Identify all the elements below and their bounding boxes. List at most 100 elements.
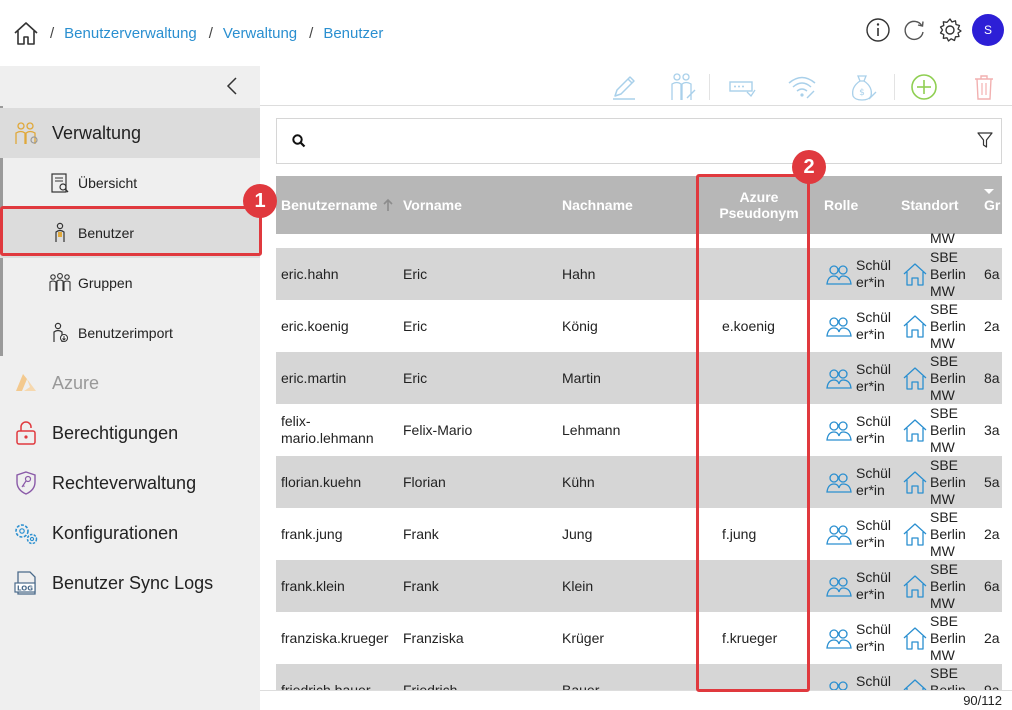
cell-first: Eric: [403, 266, 428, 282]
sidebar-item-rechteverwaltung[interactable]: Rechteverwaltung: [0, 458, 260, 508]
cell-pseudonym: f.jung: [722, 526, 757, 542]
cell-pseudonym: [722, 248, 812, 300]
role-label: Schül er*in: [856, 465, 892, 498]
budget-button[interactable]: $: [844, 70, 880, 104]
cell-role: Schül er*in: [824, 508, 896, 560]
user-icon: [55, 222, 65, 242]
student-icon: [826, 369, 852, 389]
cell-first: Frank: [403, 578, 439, 594]
edit-button[interactable]: [606, 70, 642, 104]
student-icon: [829, 681, 848, 690]
avatar[interactable]: S: [972, 14, 1004, 46]
table-row[interactable]: franziska.krueger Franziska Krüger f.kruege…: [276, 612, 1002, 664]
cell-first: Eric: [403, 318, 428, 334]
search-bar: [276, 118, 1002, 164]
sidebar-item-label: Rechteverwaltung: [52, 472, 197, 493]
role-label: Schül er*in: [856, 517, 892, 550]
password-button[interactable]: [724, 70, 760, 104]
svg-text:LOG: LOG: [17, 585, 33, 593]
sidebar-subitem-benutzer[interactable]: Benutzer: [0, 208, 260, 258]
svg-text:$: $: [859, 88, 865, 98]
assign-users-button[interactable]: [664, 70, 700, 104]
home-button[interactable]: [4, 11, 48, 55]
student-icon: [826, 525, 852, 545]
table-row[interactable]: frank.jung Frank Jung f.jung Schül er*in SBE …: [276, 508, 1002, 560]
role-label: Schül er*in: [856, 569, 892, 602]
search-icon: [292, 134, 306, 148]
student-icon: [826, 577, 852, 597]
column-header-benutzername[interactable]: Benutzername: [281, 176, 394, 234]
cell-group: 9a: [984, 682, 1000, 690]
house-icon: [903, 263, 927, 286]
cell-role: Schül er*in: [824, 664, 896, 690]
refresh-button[interactable]: [900, 14, 928, 46]
cell-last: Lehmann: [562, 422, 621, 438]
sidebar-subitem-uebersicht[interactable]: Übersicht: [0, 158, 260, 208]
column-header-gruppe[interactable]: Gr: [984, 176, 1000, 234]
trash-icon: [975, 75, 993, 100]
sidebar-item-konfigurationen[interactable]: Konfigurationen: [0, 508, 260, 558]
cell-group: 6a: [984, 578, 1000, 594]
sidebar-item-verwaltung[interactable]: Verwaltung: [0, 108, 260, 158]
cell-pseudonym: [722, 664, 812, 690]
breadcrumb-benutzerverwaltung[interactable]: Benutzerverwaltung: [64, 25, 197, 42]
column-header-rolle[interactable]: Rolle: [824, 176, 858, 234]
student-icon: [826, 421, 852, 441]
info-button[interactable]: [864, 14, 892, 46]
breadcrumb-verwaltung[interactable]: Verwaltung: [223, 25, 297, 42]
table-footer: 90/112: [260, 690, 1012, 710]
settings-button[interactable]: [936, 14, 964, 46]
cell-role: Schül er*in: [824, 248, 896, 300]
toolbar-divider: [709, 74, 710, 100]
student-icon: [826, 265, 852, 285]
sidebar-subitem-label: Benutzerimport: [78, 325, 173, 341]
table-row[interactable]: florian.kuehn Florian Kühn Schül er*in SBE B…: [276, 456, 1002, 508]
cell-location: SBE Berlin MW: [902, 456, 978, 508]
location-label: SBE Berlin MW: [930, 612, 966, 663]
breadcrumb-benutzer[interactable]: Benutzer: [323, 25, 383, 42]
column-header-nachname[interactable]: Nachname: [562, 176, 633, 234]
sidebar-subitem-benutzerimport[interactable]: Benutzerimport: [0, 308, 260, 358]
table-row[interactable]: eric.hahn Eric Hahn Schül er*in SBE Berlin M…: [276, 248, 1002, 300]
cell-pseudonym: f.krueger: [722, 630, 778, 646]
location-label: SBE Berlin MW: [930, 352, 966, 403]
sidebar-item-azure[interactable]: Azure: [0, 358, 260, 408]
column-header-azure-pseudonym[interactable]: Azure Pseudonym: [704, 176, 814, 234]
people-group-icon: [15, 122, 38, 144]
student-icon: [826, 317, 852, 337]
chevron-left-icon: [226, 77, 237, 95]
sidebar-item-berechtigungen[interactable]: Berechtigungen: [0, 408, 260, 458]
cell-first: Felix-Mario: [403, 422, 473, 438]
location-label: SBE Berlin MW: [930, 456, 966, 507]
sidebar-subitem-gruppen[interactable]: Gruppen: [0, 258, 260, 308]
cell-first: Frank: [403, 526, 439, 542]
column-header-vorname[interactable]: Vorname: [403, 176, 462, 234]
cell-last: Martin: [562, 370, 601, 386]
overview-icon: [51, 173, 69, 193]
house-icon: [903, 419, 927, 442]
add-button[interactable]: [906, 70, 942, 104]
user-table: Benutzername Vorname Nachname Azure Pseu…: [276, 176, 1002, 690]
role-label: Schül er*in: [856, 361, 892, 394]
gears-icon: [15, 524, 38, 545]
users-edit-icon: [671, 73, 696, 100]
table-row[interactable]: friedrich.bauer Friedrich Bauer Schül er*in…: [276, 664, 1002, 690]
column-header-standort[interactable]: Standort: [901, 176, 959, 234]
toolbar: $: [260, 66, 1012, 106]
table-row[interactable]: eric.martin Eric Martin Schül er*in SBE Berl…: [276, 352, 1002, 404]
delete-button[interactable]: [966, 70, 1002, 104]
wifi-button[interactable]: [784, 70, 820, 104]
sidebar-item-label: Berechtigungen: [52, 422, 179, 443]
cell-username: felix- mario.lehmann: [281, 413, 374, 446]
sidebar-item-benutzer-sync-logs[interactable]: LOG Benutzer Sync Logs: [0, 558, 260, 608]
cell-group: 8a: [984, 370, 1000, 386]
search-input[interactable]: [315, 129, 955, 155]
cell-group: 2a: [984, 630, 1000, 646]
table-row[interactable]: eric.koenig Eric König e.koenig Schül er*in S…: [276, 300, 1002, 352]
student-icon: [826, 473, 852, 493]
table-row[interactable]: felix- mario.lehmann Felix-Mario Lehmann Sc…: [276, 404, 1002, 456]
filter-icon[interactable]: [977, 131, 993, 149]
table-row[interactable]: frank.klein Frank Klein Schül er*in SBE Berl…: [276, 560, 1002, 612]
collapse-sidebar-button[interactable]: [222, 74, 242, 98]
breadcrumb-separator: /: [208, 24, 213, 42]
